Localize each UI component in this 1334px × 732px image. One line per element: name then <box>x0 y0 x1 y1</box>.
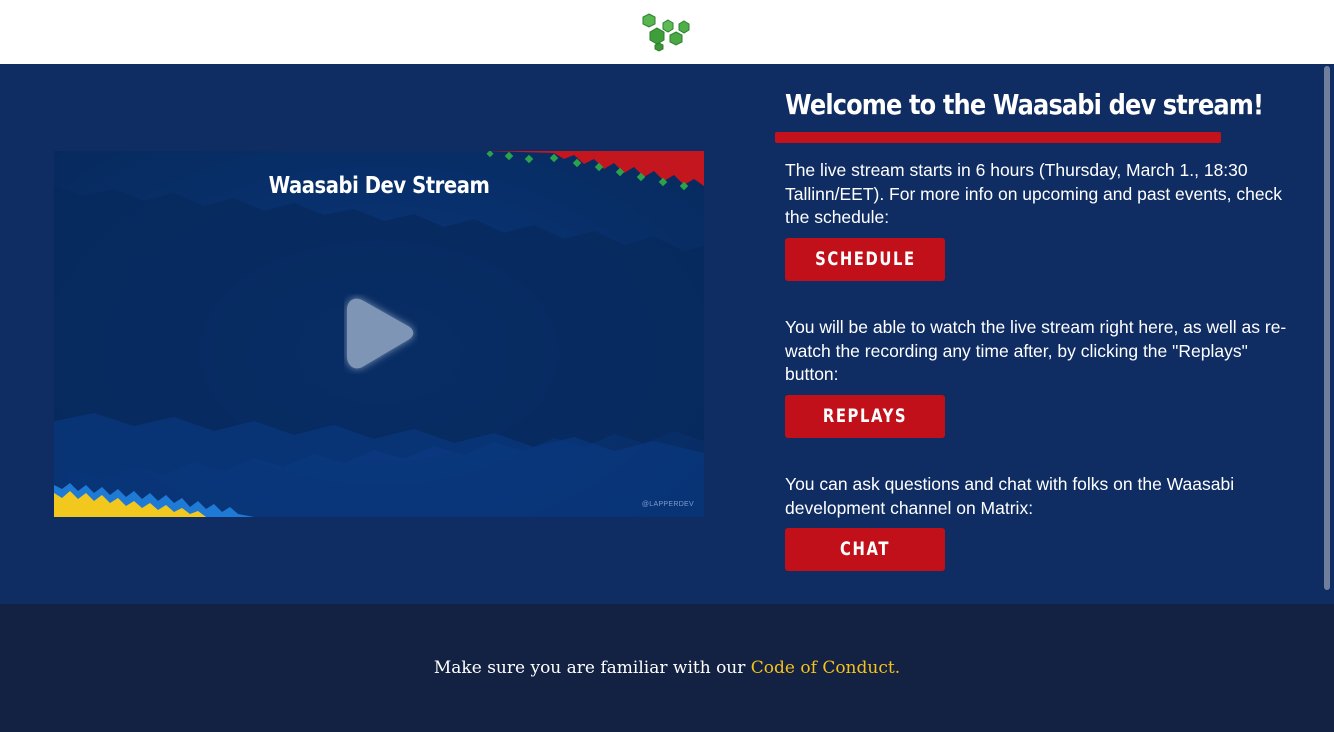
video-watermark: @LAPPERDEV <box>641 501 694 508</box>
footer-text-prefix: Make sure you are familiar with our <box>433 658 751 678</box>
play-icon[interactable] <box>344 294 418 374</box>
schedule-button-label: SCHEDULE <box>814 248 916 270</box>
schedule-description: The live stream starts in 6 hours (Thurs… <box>785 160 1283 227</box>
footer-text: Make sure you are familiar with our Code… <box>0 658 1334 678</box>
video-player[interactable]: Waasabi Dev Stream @LAPPERDEV <box>54 151 704 517</box>
top-bar <box>0 0 1334 64</box>
video-title: Waasabi Dev Stream <box>268 173 490 199</box>
title-underline <box>775 132 1221 143</box>
footer: Make sure you are familiar with our Code… <box>0 604 1334 732</box>
chat-description: You can ask questions and chat with folk… <box>785 474 1235 518</box>
replays-description: You will be able to watch the live strea… <box>785 317 1287 384</box>
chat-button-label: CHAT <box>840 538 890 560</box>
replays-button-label: REPLAYS <box>822 405 908 427</box>
replays-button[interactable]: REPLAYS <box>785 395 945 438</box>
green-hexagon-cluster-icon[interactable] <box>640 12 694 54</box>
page-scrollbar[interactable] <box>1324 66 1330 590</box>
page-title: Welcome to the Waasabi dev stream! <box>785 88 1264 121</box>
code-of-conduct-link[interactable]: Code of Conduct. <box>751 658 900 678</box>
chat-button[interactable]: CHAT <box>785 528 945 571</box>
schedule-button[interactable]: SCHEDULE <box>785 238 945 281</box>
